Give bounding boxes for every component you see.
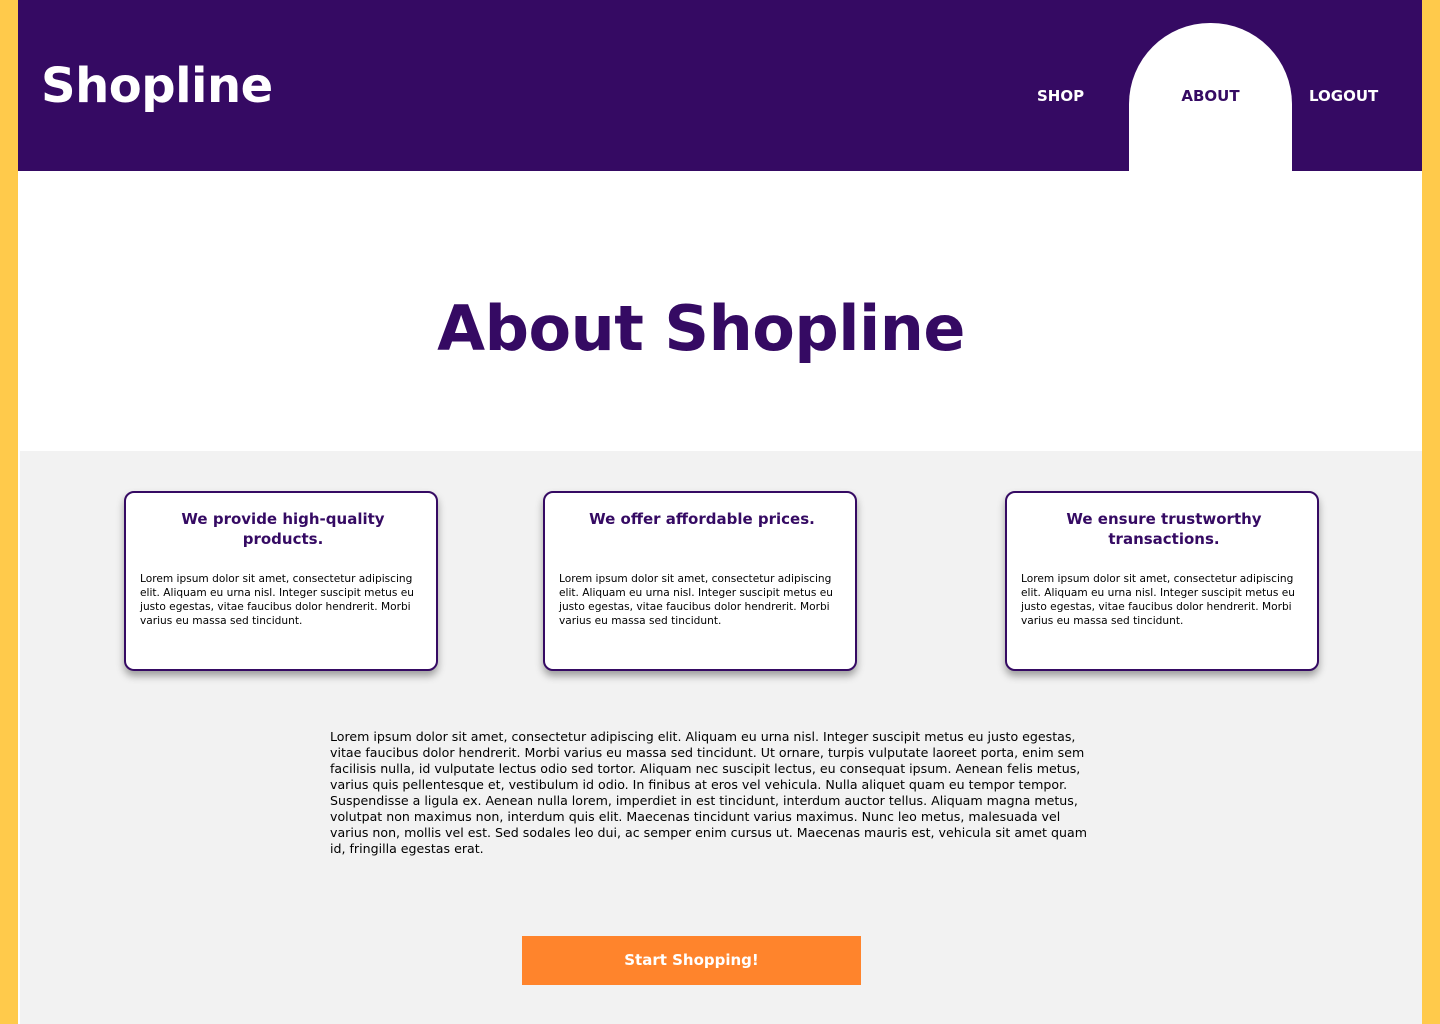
about-paragraph: Lorem ipsum dolor sit amet, consectetur … (330, 729, 1087, 856)
feature-card-trust: We ensure trustworthy transactions. Lore… (1005, 491, 1319, 671)
start-shopping-button[interactable]: Start Shopping! (522, 936, 861, 985)
site-header: Shopline SHOP ABOUT LOGOUT (18, 0, 1422, 171)
card-body: Lorem ipsum dolor sit amet, consectetur … (140, 573, 414, 627)
site-logo[interactable]: Shopline (41, 56, 273, 116)
page-title: About Shopline (437, 292, 965, 365)
feature-card-quality: We provide high-quality products. Lorem … (124, 491, 438, 671)
about-content: We provide high-quality products. Lorem … (20, 451, 1422, 1024)
card-body: Lorem ipsum dolor sit amet, consectetur … (559, 573, 833, 627)
hero-section: About Shopline (18, 171, 1422, 451)
nav-about-link[interactable]: ABOUT (1129, 86, 1292, 106)
nav-shop-link[interactable]: SHOP (1037, 86, 1084, 106)
card-body: Lorem ipsum dolor sit amet, consectetur … (1021, 573, 1295, 627)
card-title: We ensure trustworthy transactions. (1066, 510, 1262, 548)
card-title: We offer affordable prices. (589, 510, 815, 528)
card-title: We provide high-quality products. (181, 510, 385, 548)
nav-active-tab: ABOUT (1129, 23, 1292, 171)
nav-logout-link[interactable]: LOGOUT (1309, 86, 1378, 106)
page: Shopline SHOP ABOUT LOGOUT About Shoplin… (18, 0, 1422, 1024)
feature-card-prices: We offer affordable prices. Lorem ipsum … (543, 491, 857, 671)
